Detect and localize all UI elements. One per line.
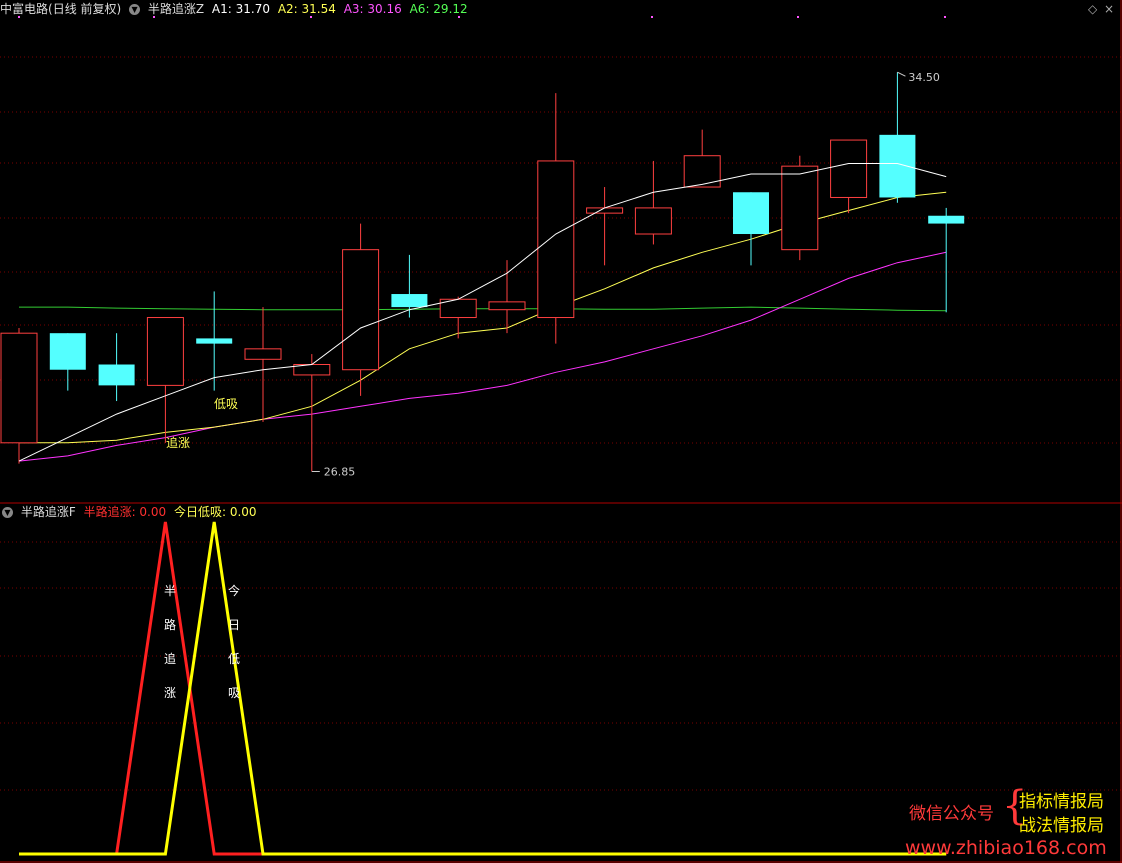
sub-value-low-buy: 今日低吸: 0.00 [173,505,257,519]
candle-body [0,332,38,444]
chart-canvas[interactable]: 34.5026.85低吸追涨半路追涨今日低吸 [0,0,1122,863]
watermark-wechat-label: 微信公众号 [909,804,994,824]
candle [537,93,575,344]
chase-label: 追涨 [166,435,190,450]
main-panel-header: 中富电路(日线 前复权) ▼ 半路追涨Z A1: 31.70 A2: 31.54… [0,0,472,18]
watermark-account-2: 战法情报局 [1019,816,1104,836]
candle [830,139,868,214]
low-buy-vertical-label: 日 [228,618,240,632]
candle-body [586,207,624,214]
candle-body [196,338,233,344]
candle-body [488,301,526,311]
candle-body [830,139,868,198]
ma-green-line [19,306,947,312]
candle-body [733,192,769,235]
candle-body [634,207,672,235]
candle [391,254,428,318]
candle-body [49,333,86,370]
diamond-icon[interactable]: ◇ [1088,2,1097,16]
candle-body [146,317,184,386]
chase-vertical-label: 半 [164,584,176,598]
chase-vertical-label: 涨 [164,685,176,700]
candle [146,317,184,443]
candle [49,333,86,391]
low-buy-label: 低吸 [214,397,238,411]
low-buy-vertical-label: 今 [228,583,240,598]
candle-body [781,165,819,251]
high-price-label: 34.50 [908,71,940,84]
chase-vertical-label: 追 [164,651,176,666]
chase-vertical-label: 路 [164,617,176,632]
marker-dot [651,16,653,18]
chart-mode: (日线 前复权) [48,2,122,16]
candle [0,327,38,464]
watermark-account-1: 指标情报局 [1019,792,1104,812]
watermark-url: www.zhibiao168.com [905,837,1107,859]
candle [98,333,135,402]
candle [342,223,380,396]
sub-value-chase: 半路追涨: 0.00 [83,505,167,519]
candle [733,192,769,266]
candle [586,187,624,266]
collapse-icon[interactable]: ▼ [2,507,13,518]
chase-signal-line [19,521,947,856]
sub-indicator-name[interactable]: 半路追涨F [21,505,76,519]
candle-body [879,134,916,198]
candle-body [537,160,575,319]
candle [244,307,282,422]
candle-body [683,155,721,188]
candle-body [928,215,965,224]
low-price-label: 26.85 [324,466,356,479]
candle [928,207,965,313]
value-a1: A1: 31.70 [211,2,270,16]
value-a6: A6: 29.12 [409,2,468,16]
candle-body [391,294,428,308]
candle [634,160,672,245]
value-a2: A2: 31.54 [277,2,336,16]
high-arrow [897,71,906,77]
value-a3: A3: 30.16 [343,2,402,16]
candle [879,72,916,203]
indicator-name[interactable]: 半路追涨Z [148,2,204,16]
low-buy-vertical-label: 吸 [228,686,240,700]
sub-panel-header: ▼ 半路追涨F 半路追涨: 0.00 今日低吸: 0.00 [0,503,261,521]
collapse-icon[interactable]: ▼ [129,4,141,15]
candle-body [244,348,282,360]
close-icon[interactable]: × [1104,2,1114,16]
candle-body [98,364,135,386]
candle-body [342,249,380,371]
marker-dot [797,16,799,18]
stock-name: 中富电路 [0,2,49,16]
marker-dot [944,16,946,18]
candle [293,354,331,472]
low-buy-vertical-label: 低 [228,652,240,666]
candle [683,129,721,188]
